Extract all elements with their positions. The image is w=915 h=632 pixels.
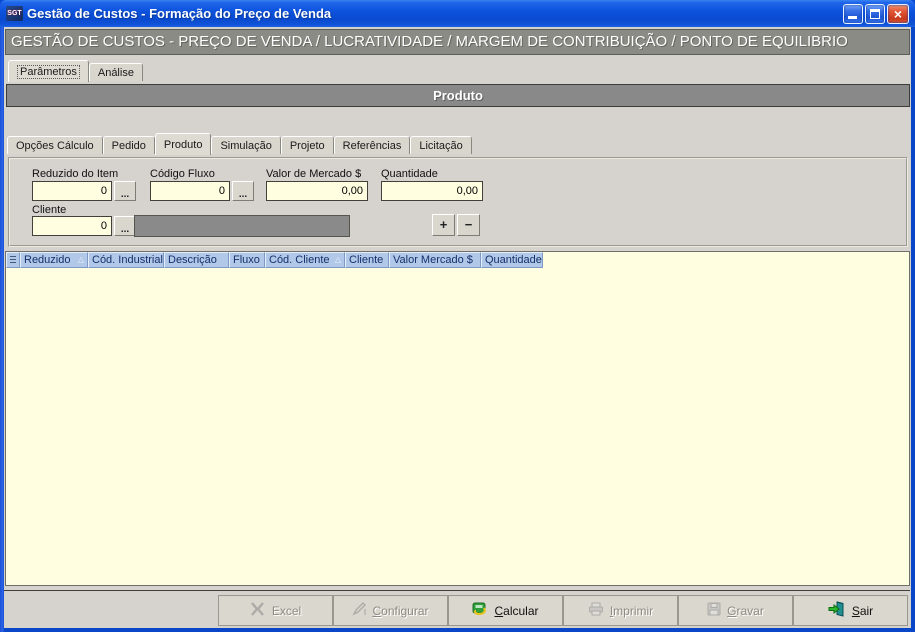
cliente-label: Cliente [32, 204, 66, 216]
tab-parametros[interactable]: Parâmetros [8, 60, 89, 82]
sair-button[interactable]: Sair [793, 595, 908, 626]
grid-col-quantidade[interactable]: Quantidade [481, 252, 543, 268]
quantidade-input[interactable] [381, 181, 483, 201]
sort-ascending-icon: △ [331, 253, 341, 267]
valor-mercado-label: Valor de Mercado $ [266, 168, 361, 180]
codigo-fluxo-input[interactable] [150, 181, 230, 201]
grid-col-cod-industrial[interactable]: Cód. Industrial [88, 252, 164, 268]
printer-icon [588, 602, 604, 619]
quantidade-label: Quantidade [381, 168, 438, 180]
items-grid[interactable]: Reduzido△ Cód. Industrial Descrição Flux… [5, 251, 910, 586]
reduzido-browse-button[interactable]: ... [114, 181, 136, 201]
configurar-button[interactable]: Configurar [333, 595, 448, 626]
reduzido-label: Reduzido do Item [32, 168, 118, 180]
grid-col-cod-cliente[interactable]: Cód. Cliente△ [265, 252, 345, 268]
remove-item-button[interactable]: − [457, 214, 480, 236]
window-client-area: GESTÃO DE CUSTOS - PREÇO DE VENDA / LUCR… [4, 27, 911, 628]
tab-pedido[interactable]: Pedido [103, 136, 155, 154]
minimize-icon [848, 16, 857, 19]
cliente-input[interactable] [32, 216, 112, 236]
grid-col-valor-mercado[interactable]: Valor Mercado $ [389, 252, 481, 268]
product-form-group: Reduzido do Item ... Código Fluxo ... Va… [8, 157, 908, 247]
sort-ascending-icon: △ [74, 253, 84, 267]
maximize-button[interactable] [865, 4, 885, 24]
page-title: GESTÃO DE CUSTOS - PREÇO DE VENDA / LUCR… [5, 29, 910, 55]
gravar-button[interactable]: Gravar [678, 595, 793, 626]
cliente-browse-button[interactable]: ... [114, 216, 136, 236]
codigo-fluxo-browse-button[interactable]: ... [232, 181, 254, 201]
tab-opcoes-calculo[interactable]: Opções Cálculo [7, 136, 103, 154]
tab-licitacao[interactable]: Licitação [410, 136, 471, 154]
tab-projeto[interactable]: Projeto [281, 136, 334, 154]
tab-analise[interactable]: Análise [89, 63, 143, 81]
row-selector-icon [10, 256, 16, 265]
grid-col-fluxo[interactable]: Fluxo [229, 252, 265, 268]
section-title-bar: Produto [6, 84, 910, 107]
grid-row-selector-header[interactable] [6, 252, 20, 268]
main-tab-bar: ParâmetrosAnálise [8, 60, 143, 83]
grid-col-reduzido[interactable]: Reduzido△ [20, 252, 88, 268]
configure-icon [352, 602, 366, 619]
grid-col-cliente[interactable]: Cliente [345, 252, 389, 268]
footer-toolbar: Excel Configurar Calcular Imprimir Grava… [4, 590, 910, 628]
tab-referencias[interactable]: Referências [334, 136, 411, 154]
cliente-name-display [134, 215, 350, 237]
grid-col-descricao[interactable]: Descrição [164, 252, 229, 268]
exit-door-icon [828, 601, 846, 620]
valor-mercado-input[interactable] [266, 181, 368, 201]
calcular-button[interactable]: Calcular [448, 595, 563, 626]
imprimir-button[interactable]: Imprimir [563, 595, 678, 626]
tab-produto[interactable]: Produto [155, 133, 212, 155]
tab-simulacao[interactable]: Simulação [211, 136, 280, 154]
codigo-fluxo-label: Código Fluxo [150, 168, 215, 180]
app-icon: SGT [6, 6, 23, 21]
window-frame: SGT Gestão de Custos - Formação do Preço… [0, 0, 915, 632]
add-item-button[interactable]: + [432, 214, 455, 236]
save-floppy-icon [707, 602, 721, 619]
excel-icon [250, 602, 266, 619]
reduzido-input[interactable] [32, 181, 112, 201]
grid-header-row: Reduzido△ Cód. Industrial Descrição Flux… [6, 252, 909, 268]
sub-tab-bar: Opções CálculoPedidoProdutoSimulaçãoProj… [7, 133, 472, 156]
close-button[interactable]: × [887, 4, 909, 24]
window-title: Gestão de Custos - Formação do Preço de … [27, 6, 915, 21]
minimize-button[interactable] [843, 4, 863, 24]
calculate-icon [472, 602, 488, 619]
excel-button[interactable]: Excel [218, 595, 333, 626]
maximize-icon [870, 9, 880, 19]
close-icon: × [894, 5, 902, 23]
title-bar: SGT Gestão de Custos - Formação do Preço… [0, 0, 915, 27]
